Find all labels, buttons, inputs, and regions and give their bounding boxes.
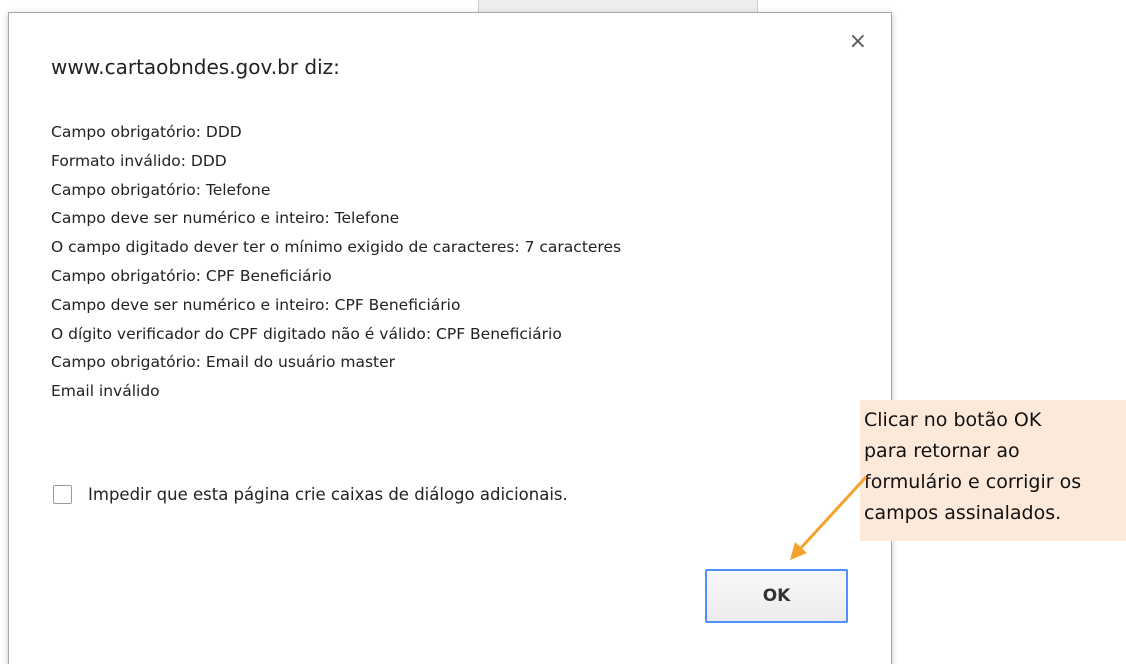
validation-message: Formato inválido: DDD [51,151,227,170]
validation-message: Campo deve ser numérico e inteiro: Telef… [51,209,400,228]
validation-message: Email inválido [51,382,160,401]
suppress-dialogs-checkbox[interactable] [53,485,72,504]
suppress-dialogs-label[interactable]: Impedir que esta página crie caixas de d… [88,485,568,504]
callout-line: campos assinalados. [864,502,1062,524]
background-page-strip [478,0,758,12]
validation-message: Campo obrigatório: Telefone [51,180,271,199]
validation-message-list: Campo obrigatório: DDD Formato inválido:… [51,118,621,406]
validation-message: Campo deve ser numérico e inteiro: CPF B… [51,295,461,314]
ok-button[interactable]: OK [705,569,848,623]
instruction-callout: Clicar no botão OK para retornar ao form… [860,400,1126,541]
callout-line: para retornar ao [864,440,1020,462]
validation-message: Campo obrigatório: DDD [51,123,242,141]
validation-message: Campo obrigatório: CPF Beneficiário [51,266,332,285]
validation-message: Campo obrigatório: Email do usuário mast… [51,353,396,372]
callout-line: Clicar no botão OK [864,409,1042,431]
validation-message: O dígito verificador do CPF digitado não… [51,324,562,343]
close-icon[interactable]: × [849,31,867,53]
dialog-title: www.cartaobndes.gov.br diz: [51,55,340,79]
suppress-dialogs-row: Impedir que esta página crie caixas de d… [53,485,568,504]
alert-dialog: × www.cartaobndes.gov.br diz: Campo obri… [8,12,892,664]
screenshot-stage: × www.cartaobndes.gov.br diz: Campo obri… [0,0,1126,664]
callout-line: formulário e corrigir os [864,471,1082,493]
validation-message: O campo digitado dever ter o mínimo exig… [51,238,622,257]
